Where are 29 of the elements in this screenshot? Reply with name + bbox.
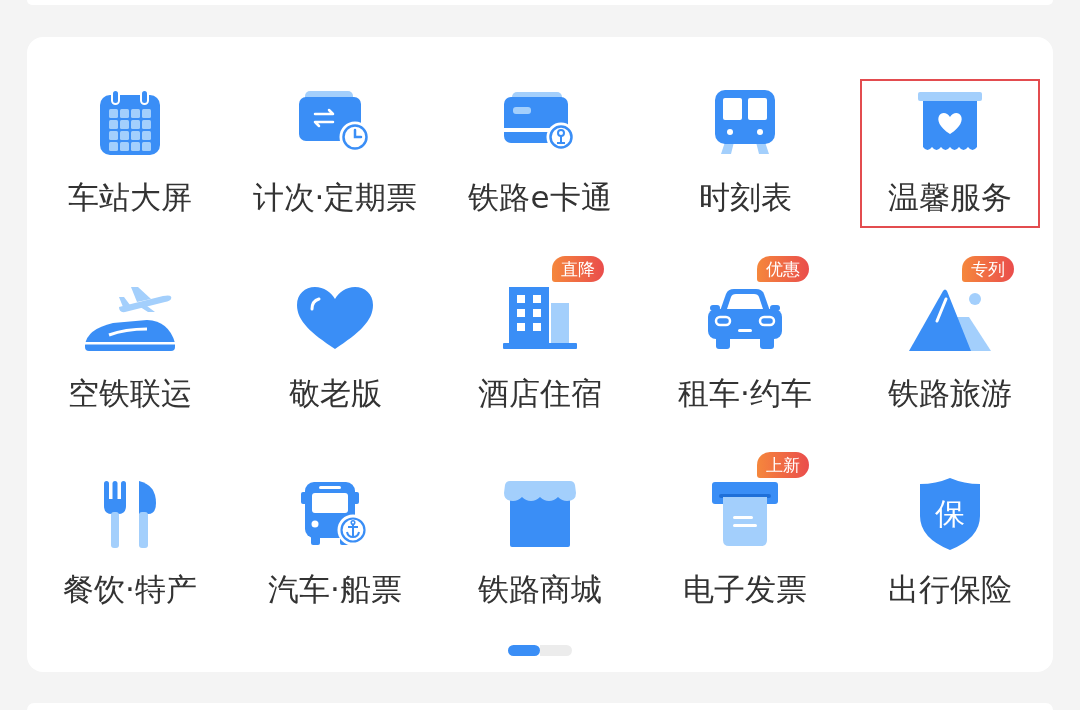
bus-anchor-icon xyxy=(301,482,369,546)
promo-badge: 上新 xyxy=(757,452,809,478)
promo-badge: 直降 xyxy=(552,256,604,282)
train-icon xyxy=(715,90,775,154)
service-item[interactable]: 敬老版 xyxy=(245,256,425,426)
service-item[interactable]: 餐饮·特产 xyxy=(40,452,220,622)
card-clock-icon xyxy=(299,91,371,153)
building-icon xyxy=(503,287,577,349)
heart-icon xyxy=(297,287,373,349)
service-item[interactable]: 车站大屏 xyxy=(40,60,220,230)
service-item[interactable]: 保 出行保险 xyxy=(860,452,1040,622)
promo-badge: 专列 xyxy=(962,256,1014,282)
service-item[interactable]: 铁路商城 xyxy=(450,452,630,622)
card-emblem-icon xyxy=(504,92,576,152)
fork-knife-icon xyxy=(103,480,157,548)
service-item[interactable]: 汽车·船票 xyxy=(245,452,425,622)
calendar-icon xyxy=(100,89,160,155)
receipt-heart-icon xyxy=(918,92,982,152)
promo-badge: 优惠 xyxy=(757,256,809,282)
service-item[interactable]: 计次·定期票 xyxy=(245,60,425,230)
plane-train-icon xyxy=(85,285,175,351)
service-item[interactable]: 时刻表 xyxy=(655,60,835,230)
shield-icon: 保 xyxy=(918,478,982,550)
service-item[interactable]: 铁路e卡通 xyxy=(450,60,630,230)
service-item[interactable]: 温馨服务 xyxy=(860,60,1040,230)
receipt-printer-icon xyxy=(712,482,778,546)
service-item[interactable]: 空铁联运 xyxy=(40,256,220,426)
car-icon xyxy=(708,287,782,349)
shop-icon xyxy=(504,481,576,547)
